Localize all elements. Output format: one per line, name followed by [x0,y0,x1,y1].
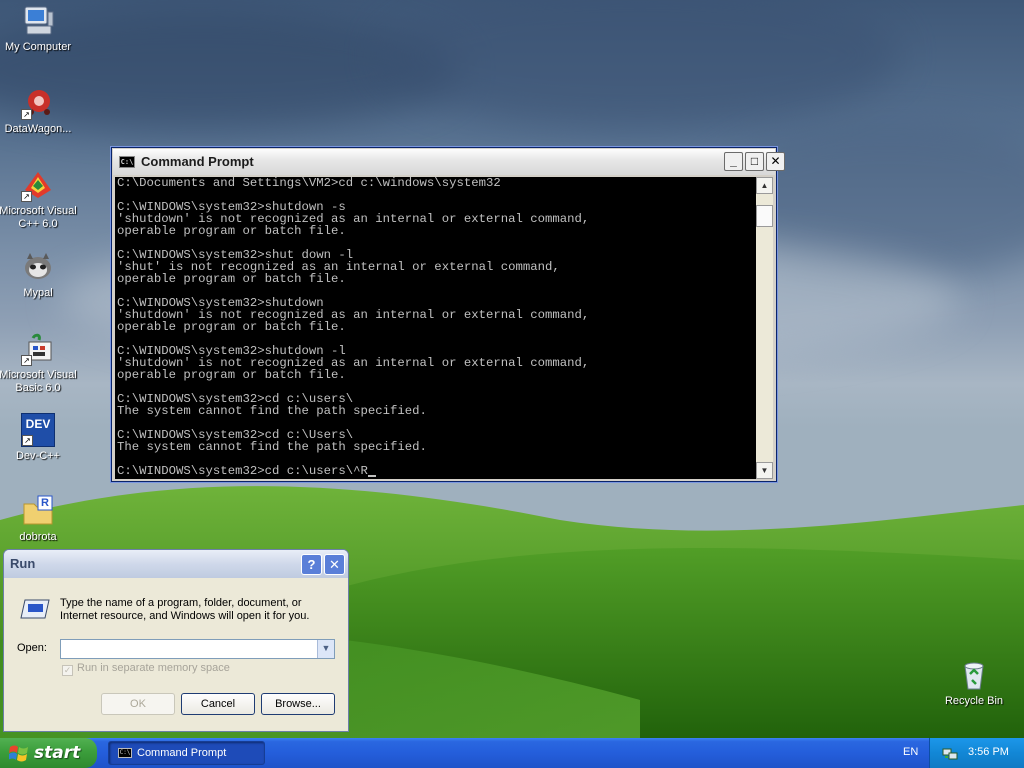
visual-cpp-icon: ↗ [21,168,55,202]
scroll-up-button[interactable]: ▲ [756,177,773,194]
ok-button[interactable]: OK [101,693,175,715]
dobrota-file-icon: R [21,494,55,528]
my-computer-icon [21,4,55,38]
network-icon[interactable] [942,745,958,761]
shortcut-arrow-icon: ↗ [22,435,33,446]
dev-cpp-icon: DEV ↗ [21,413,55,447]
separate-memory-checkbox[interactable]: ✓ Run in separate memory space [62,662,230,676]
command-prompt-window[interactable]: C:\ Command Prompt _ □ ✕ C:\Documents an… [110,146,785,483]
browse-button[interactable]: Browse... [261,693,335,715]
shortcut-arrow-icon: ↗ [21,109,32,120]
vertical-scrollbar[interactable]: ▲ ▼ [756,177,773,479]
dropdown-arrow-icon[interactable]: ▼ [317,640,334,658]
clock[interactable]: 3:56 PM [968,746,1009,758]
recycle-bin-icon [957,658,991,692]
window-title: Command Prompt [141,154,254,169]
open-label: Open: [17,642,47,654]
desktop-icon-visual-cpp[interactable]: ↗ Microsoft Visual C++ 6.0 [0,168,80,231]
console-line: operable program or batch file. [117,368,346,382]
desktop-icon-label: Recycle Bin [944,695,1004,707]
console-output[interactable]: C:\Documents and Settings\VM2>cd c:\wind… [115,177,756,479]
console-input-line[interactable]: C:\WINDOWS\system32>cd c:\users\^R [117,465,756,477]
checkbox-label: Run in separate memory space [77,662,230,674]
maximize-button[interactable]: □ [745,152,764,171]
command-prompt-titlebar[interactable]: C:\ Command Prompt _ □ ✕ [113,149,785,175]
scroll-down-button[interactable]: ▼ [756,462,773,479]
start-label: start [34,743,81,763]
run-program-icon [19,598,51,620]
system-tray: 3:56 PM [929,738,1024,768]
console-line: The system cannot find the path specifie… [117,404,427,418]
desktop-icon-dev-cpp[interactable]: DEV ↗ Dev-C++ [0,413,80,463]
desktop-icon-label: dobrota [19,531,57,543]
run-title: Run [10,556,36,571]
windows-flag-icon [9,745,28,762]
console-icon: C:\ [118,748,132,758]
dobrota-badge: R [41,497,49,509]
desktop-icon-label: My Computer [4,41,72,53]
checkbox-check-icon: ✓ [62,665,73,676]
language-indicator[interactable]: EN [903,746,918,758]
shortcut-arrow-icon: ↗ [21,355,32,366]
scroll-thumb[interactable] [756,205,773,227]
desktop-icon-label: Mypal [23,287,53,299]
desktop-icon-label: Dev-C++ [15,450,61,462]
open-input[interactable]: ▼ [60,639,335,659]
console-icon: C:\ [119,156,135,168]
console-line: operable program or batch file. [117,224,346,238]
desktop-icon-datawagon[interactable]: ↗ DataWagon... [0,86,80,136]
console-line: operable program or batch file. [117,320,346,334]
dev-cpp-icon-text: DEV [25,417,51,431]
run-instructions: Type the name of a program, folder, docu… [60,597,310,622]
desktop-icon-label: Microsoft Visual Basic 6.0 [0,369,77,394]
taskbar: start C:\ Command Prompt EN 3:56 PM [0,738,1024,768]
close-button[interactable]: ✕ [324,554,345,575]
desktop-icon-my-computer[interactable]: My Computer [0,4,80,54]
taskbar-item-label: Command Prompt [137,747,227,759]
desktop-icon-dobrota[interactable]: R dobrota [0,494,80,544]
console-line: operable program or batch file. [117,272,346,286]
text-cursor [367,475,376,477]
desktop-icon-mypal[interactable]: Mypal [0,250,80,300]
taskbar-item-command-prompt[interactable]: C:\ Command Prompt [108,741,265,765]
mypal-icon [21,250,55,284]
desktop-icon-recycle-bin[interactable]: Recycle Bin [932,658,1016,708]
console-line: C:\Documents and Settings\VM2>cd c:\wind… [117,177,501,190]
cancel-button[interactable]: Cancel [181,693,255,715]
datawagon-icon: ↗ [21,86,55,120]
start-button[interactable]: start [0,738,97,768]
desktop-icon-visual-basic[interactable]: ↗ Microsoft Visual Basic 6.0 [0,332,80,395]
console-line: The system cannot find the path specifie… [117,440,427,454]
run-titlebar[interactable]: Run ? ✕ [4,550,348,578]
minimize-button[interactable]: _ [724,152,743,171]
desktop-icon-label: DataWagon... [4,123,72,135]
close-button[interactable]: ✕ [766,152,785,171]
visual-basic-icon: ↗ [21,332,55,366]
desktop-icon-label: Microsoft Visual C++ 6.0 [0,205,77,230]
shortcut-arrow-icon: ↗ [21,191,32,202]
help-button[interactable]: ? [301,554,322,575]
console-input-text: C:\WINDOWS\system32>cd c:\users\^R [117,464,368,478]
run-dialog[interactable]: Run ? ✕ Type the name of a program, fold… [3,549,349,732]
